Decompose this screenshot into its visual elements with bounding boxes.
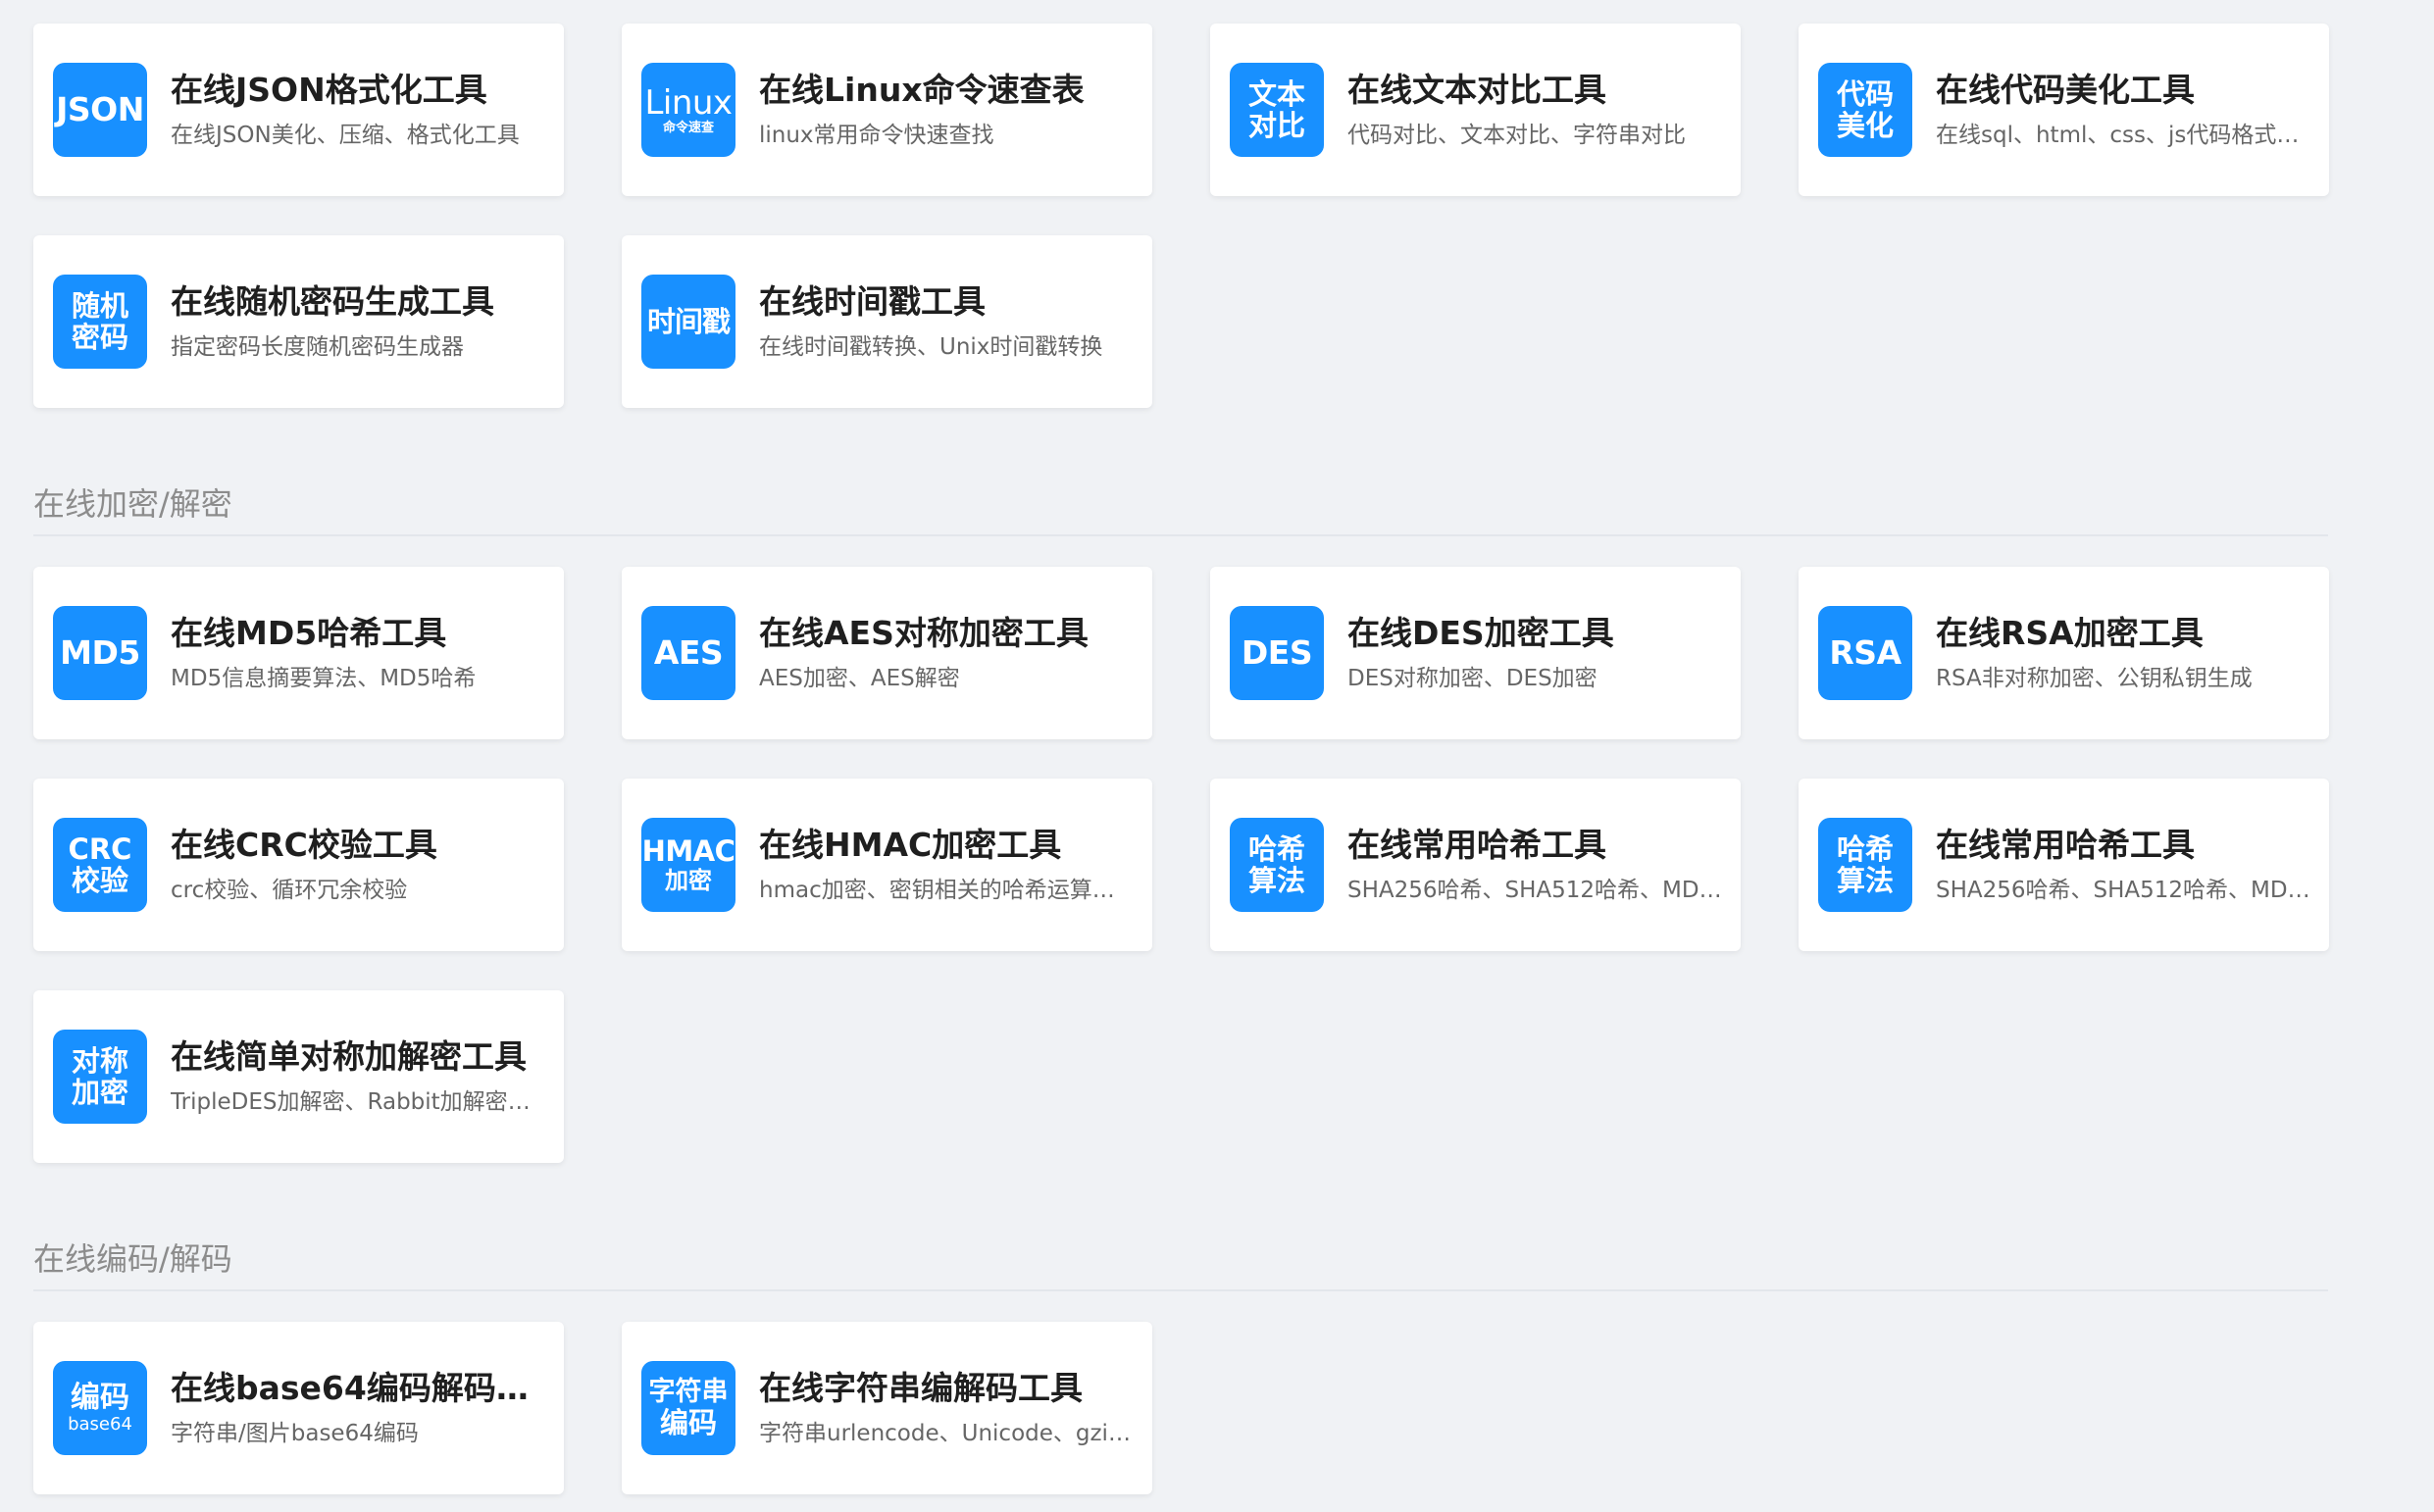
tool-description: hmac加密、密钥相关的哈希运算消息认证码 <box>759 877 1137 903</box>
tool-description: 代码对比、文本对比、字符串对比 <box>1347 122 1686 148</box>
tool-card-hash[interactable]: 哈希 算法 在线常用哈希工具 SHA256哈希、SHA512哈希、MD5哈希 <box>1210 779 1741 951</box>
random-password-icon: 随机 密码 <box>53 275 147 369</box>
tool-title[interactable]: 在线随机密码生成工具 <box>171 281 548 324</box>
tool-card-string-codec[interactable]: 字符串 编码 在线字符串编解码工具 字符串urlencode、Unicode、g… <box>622 1322 1152 1494</box>
tool-description: 在线JSON美化、压缩、格式化工具 <box>171 122 520 148</box>
tool-card-rsa[interactable]: RSA 在线RSA加密工具 RSA非对称加密、公钥私钥生成 <box>1799 567 2329 739</box>
crc-icon: CRC 校验 <box>53 818 147 912</box>
tool-card-text: 在线代码美化工具 在线sql、html、css、js代码格式化工具 <box>1936 70 2329 151</box>
tool-description: MD5信息摘要算法、MD5哈希 <box>171 665 477 691</box>
tool-title[interactable]: 在线代码美化工具 <box>1936 70 2313 112</box>
tool-card-text: 在线CRC校验工具 crc校验、循环冗余校验 <box>171 825 564 906</box>
tool-card-text: 在线随机密码生成工具 指定密码长度随机密码生成器 <box>171 281 564 363</box>
tool-title[interactable]: 在线Linux命令速查表 <box>759 70 1137 112</box>
tool-card-text: 在线JSON格式化工具 在线JSON美化、压缩、格式化工具 <box>171 70 564 151</box>
tool-card-text: 在线DES加密工具 DES对称加密、DES加密 <box>1347 613 1741 694</box>
tool-card-linux-commands[interactable]: Linux 命令速查 在线Linux命令速查表 linux常用命令快速查找 <box>622 24 1152 196</box>
rsa-icon: RSA <box>1818 606 1912 700</box>
tool-card-random-password[interactable]: 随机 密码 在线随机密码生成工具 指定密码长度随机密码生成器 <box>33 235 564 408</box>
tool-card-timestamp[interactable]: 时间戳 在线时间戳工具 在线时间戳转换、Unix时间戳转换 <box>622 235 1152 408</box>
base64-icon: 编码 base64 <box>53 1361 147 1455</box>
des-icon: DES <box>1230 606 1324 700</box>
timestamp-icon: 时间戳 <box>641 275 735 369</box>
tool-title[interactable]: 在线RSA加密工具 <box>1936 613 2313 655</box>
tool-card-code-beautify[interactable]: 代码 美化 在线代码美化工具 在线sql、html、css、js代码格式化工具 <box>1799 24 2329 196</box>
tool-description: 字符串/图片base64编码 <box>171 1420 419 1446</box>
tool-card-text: 在线简单对称加解密工具 TripleDES加解密、Rabbit加解密、RC4加解… <box>171 1036 564 1118</box>
tool-title[interactable]: 在线字符串编解码工具 <box>759 1368 1137 1410</box>
tool-card-text: 在线base64编码解码工具 字符串/图片base64编码 <box>171 1368 564 1449</box>
tool-description: RSA非对称加密、公钥私钥生成 <box>1936 665 2253 691</box>
tool-description: 在线时间戳转换、Unix时间戳转换 <box>759 333 1103 360</box>
section-divider <box>33 534 2328 536</box>
tool-card-hash[interactable]: 哈希 算法 在线常用哈希工具 SHA256哈希、SHA512哈希、MD5哈希 <box>1799 779 2329 951</box>
tool-description: 字符串urlencode、Unicode、gzip压缩 <box>759 1420 1137 1446</box>
tool-title[interactable]: 在线CRC校验工具 <box>171 825 548 867</box>
md5-icon: MD5 <box>53 606 147 700</box>
tool-card-base64[interactable]: 编码 base64 在线base64编码解码工具 字符串/图片base64编码 <box>33 1322 564 1494</box>
hmac-icon: HMAC 加密 <box>641 818 735 912</box>
aes-icon: AES <box>641 606 735 700</box>
tool-description: AES加密、AES解密 <box>759 665 960 691</box>
tool-card-text: 在线文本对比工具 代码对比、文本对比、字符串对比 <box>1347 70 1741 151</box>
tool-card-crc[interactable]: CRC 校验 在线CRC校验工具 crc校验、循环冗余校验 <box>33 779 564 951</box>
text-diff-icon: 文本 对比 <box>1230 63 1324 157</box>
string-codec-icon: 字符串 编码 <box>641 1361 735 1455</box>
tool-title[interactable]: 在线HMAC加密工具 <box>759 825 1137 867</box>
tool-description: 在线sql、html、css、js代码格式化工具 <box>1936 122 2313 148</box>
tool-card-text: 在线HMAC加密工具 hmac加密、密钥相关的哈希运算消息认证码 <box>759 825 1152 906</box>
tool-list-page: JSON 在线JSON格式化工具 在线JSON美化、压缩、格式化工具 Linux… <box>0 0 2434 1512</box>
tool-description: DES对称加密、DES加密 <box>1347 665 1597 691</box>
tool-card-text-diff[interactable]: 文本 对比 在线文本对比工具 代码对比、文本对比、字符串对比 <box>1210 24 1741 196</box>
tool-description: SHA256哈希、SHA512哈希、MD5哈希 <box>1936 877 2313 903</box>
tool-description: linux常用命令快速查找 <box>759 122 994 148</box>
tool-card-des[interactable]: DES 在线DES加密工具 DES对称加密、DES加密 <box>1210 567 1741 739</box>
tool-description: SHA256哈希、SHA512哈希、MD5哈希 <box>1347 877 1725 903</box>
tool-card-text: 在线时间戳工具 在线时间戳转换、Unix时间戳转换 <box>759 281 1152 363</box>
tool-card-json-formatter[interactable]: JSON 在线JSON格式化工具 在线JSON美化、压缩、格式化工具 <box>33 24 564 196</box>
tool-card-text: 在线MD5哈希工具 MD5信息摘要算法、MD5哈希 <box>171 613 564 694</box>
tool-card-hmac[interactable]: HMAC 加密 在线HMAC加密工具 hmac加密、密钥相关的哈希运算消息认证码 <box>622 779 1152 951</box>
tool-title[interactable]: 在线简单对称加解密工具 <box>171 1036 548 1079</box>
linux-icon: Linux 命令速查 <box>641 63 735 157</box>
code-beautify-icon: 代码 美化 <box>1818 63 1912 157</box>
tool-title[interactable]: 在线常用哈希工具 <box>1347 825 1725 867</box>
tool-card-aes[interactable]: AES 在线AES对称加密工具 AES加密、AES解密 <box>622 567 1152 739</box>
hash-icon: 哈希 算法 <box>1818 818 1912 912</box>
tool-title[interactable]: 在线时间戳工具 <box>759 281 1137 324</box>
section-divider <box>33 1289 2328 1291</box>
hash-icon: 哈希 算法 <box>1230 818 1324 912</box>
tool-title[interactable]: 在线文本对比工具 <box>1347 70 1725 112</box>
tool-card-text: 在线字符串编解码工具 字符串urlencode、Unicode、gzip压缩 <box>759 1368 1152 1449</box>
tool-description: TripleDES加解密、Rabbit加解密、RC4加解密 <box>171 1088 548 1115</box>
tool-card-md5[interactable]: MD5 在线MD5哈希工具 MD5信息摘要算法、MD5哈希 <box>33 567 564 739</box>
tools-grid-general: JSON 在线JSON格式化工具 在线JSON美化、压缩、格式化工具 Linux… <box>33 24 2329 408</box>
tool-description: crc校验、循环冗余校验 <box>171 877 408 903</box>
tool-title[interactable]: 在线MD5哈希工具 <box>171 613 548 655</box>
tool-card-text: 在线常用哈希工具 SHA256哈希、SHA512哈希、MD5哈希 <box>1347 825 1741 906</box>
json-icon: JSON <box>53 63 147 157</box>
tool-title[interactable]: 在线常用哈希工具 <box>1936 825 2313 867</box>
tools-grid-encryption: MD5 在线MD5哈希工具 MD5信息摘要算法、MD5哈希 AES 在线AES对… <box>33 567 2329 1163</box>
section-title-encoding: 在线编码/解码 <box>33 1240 232 1278</box>
tool-card-symmetric[interactable]: 对称 加密 在线简单对称加解密工具 TripleDES加解密、Rabbit加解密… <box>33 990 564 1163</box>
symmetric-encrypt-icon: 对称 加密 <box>53 1030 147 1124</box>
tool-title[interactable]: 在线DES加密工具 <box>1347 613 1725 655</box>
tool-card-text: 在线AES对称加密工具 AES加密、AES解密 <box>759 613 1152 694</box>
tool-title[interactable]: 在线base64编码解码工具 <box>171 1368 548 1410</box>
tool-card-text: 在线Linux命令速查表 linux常用命令快速查找 <box>759 70 1152 151</box>
section-title-encryption: 在线加密/解密 <box>33 485 232 523</box>
tool-card-text: 在线常用哈希工具 SHA256哈希、SHA512哈希、MD5哈希 <box>1936 825 2329 906</box>
tool-title[interactable]: 在线JSON格式化工具 <box>171 70 548 112</box>
tools-grid-encoding: 编码 base64 在线base64编码解码工具 字符串/图片base64编码 … <box>33 1322 2329 1494</box>
tool-description: 指定密码长度随机密码生成器 <box>171 333 464 360</box>
tool-title[interactable]: 在线AES对称加密工具 <box>759 613 1137 655</box>
tool-card-text: 在线RSA加密工具 RSA非对称加密、公钥私钥生成 <box>1936 613 2329 694</box>
